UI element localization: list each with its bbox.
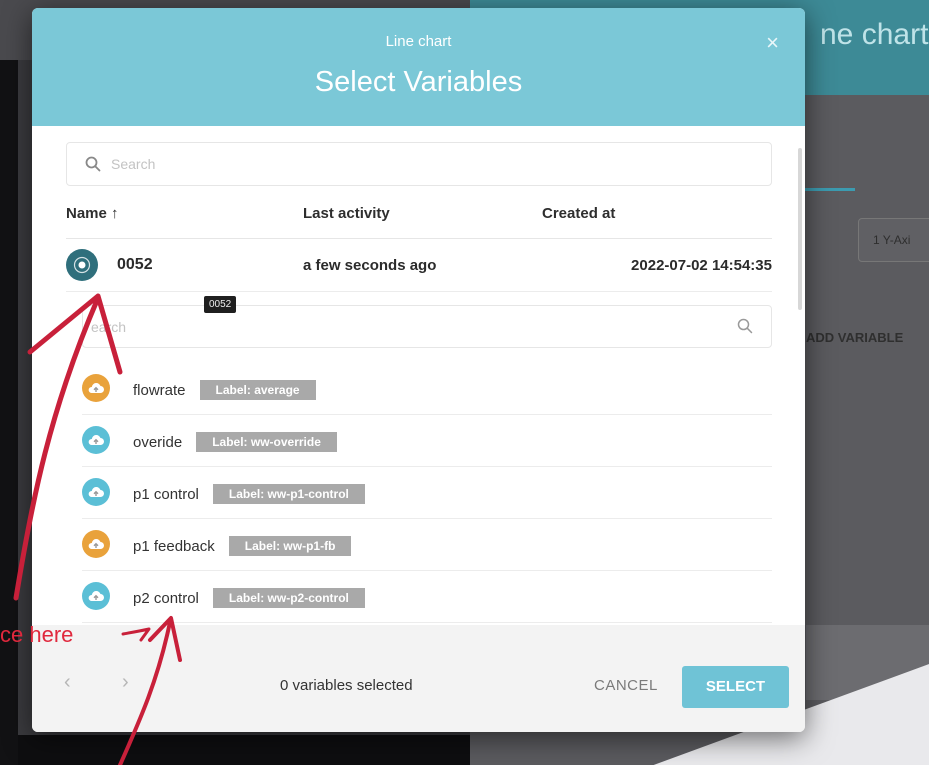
- annotation-arrow-lower: [118, 620, 172, 765]
- annotation-pointer: [121, 627, 151, 642]
- annotation-text: ce here: [0, 622, 74, 647]
- annotation-arrow-up: [13, 295, 101, 601]
- annotation-arrows: [13, 293, 182, 765]
